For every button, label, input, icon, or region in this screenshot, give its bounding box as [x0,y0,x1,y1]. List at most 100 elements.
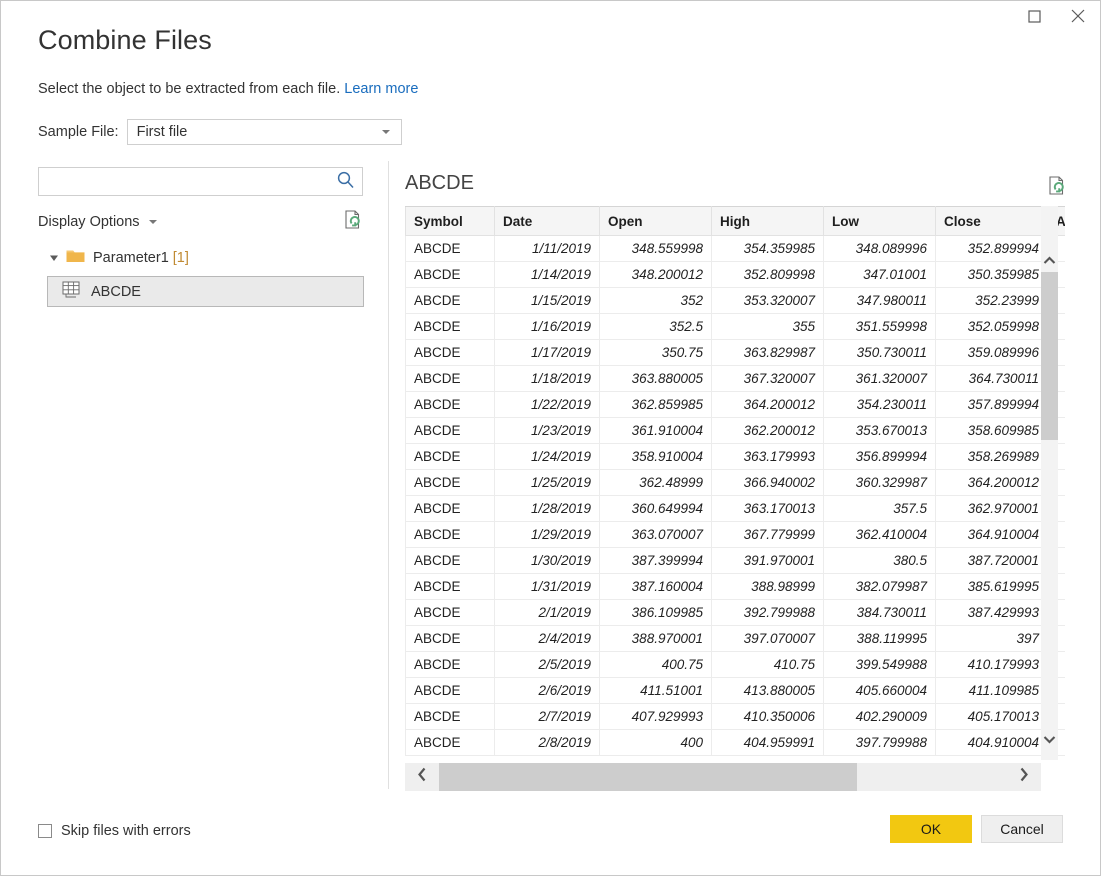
table-cell: 355 [711,313,824,340]
learn-more-link[interactable]: Learn more [344,81,418,97]
table-cell: 358.269989 [935,443,1048,470]
skip-files-label: Skip files with errors [61,823,191,839]
search-icon[interactable] [336,170,355,194]
column-header-low[interactable]: Low [823,206,936,236]
table-cell: ABCDE [405,495,495,522]
refresh-icon[interactable] [1047,175,1067,202]
table-row[interactable]: ABCDE 1/29/2019 363.070007 367.779999 362.41… [405,521,1065,548]
vertical-scroll-thumb[interactable] [1041,272,1058,440]
tree-node-parameter1[interactable]: Parameter1 [1] [38,245,365,270]
search-box[interactable] [38,167,363,196]
table-cell: 387.720001 [935,547,1048,574]
table-row[interactable]: ABCDE 1/14/2019 348.200012 352.809998 347.01… [405,261,1065,288]
horizontal-scrollbar[interactable] [405,763,1041,791]
table-cell: 400 [599,729,712,756]
table-cell: 362.970001 [935,495,1048,522]
chevron-down-icon [381,130,390,134]
scroll-up-button[interactable] [1041,252,1058,269]
scroll-left-button[interactable] [405,763,439,791]
table-cell: 2/8/2019 [494,729,600,756]
table-row[interactable]: ABCDE 1/17/2019 350.75 363.829987 350.730011… [405,339,1065,366]
table-cell: 1/31/2019 [494,573,600,600]
table-row[interactable]: ABCDE 1/16/2019 352.5 355 351.559998 352.0599… [405,313,1065,340]
table-cell: 364.910004 [935,521,1048,548]
table-cell: 357.5 [823,495,936,522]
table-cell: 367.320007 [711,365,824,392]
search-input[interactable] [46,172,335,191]
table-cell: 2/4/2019 [494,625,600,652]
table-cell: 1/25/2019 [494,469,600,496]
column-header-symbol[interactable]: Symbol [405,206,495,236]
table-row[interactable]: ABCDE 2/5/2019 400.75 410.75 399.549988 410.1… [405,651,1065,678]
table-row[interactable]: ABCDE 1/28/2019 360.649994 363.170013 357.5 3… [405,495,1065,522]
table-row[interactable]: ABCDE 2/7/2019 407.929993 410.350006 402.290… [405,703,1065,730]
table-row[interactable]: ABCDE 1/15/2019 352 353.320007 347.980011 352… [405,287,1065,314]
table-row[interactable]: ABCDE 1/22/2019 362.859985 364.200012 354.23… [405,391,1065,418]
table-row[interactable]: ABCDE 1/30/2019 387.399994 391.970001 380.5 3… [405,547,1065,574]
table-cell: 1/15/2019 [494,287,600,314]
table-cell: 363.179993 [711,443,824,470]
close-button[interactable] [1056,1,1100,31]
table-row[interactable]: ABCDE 1/23/2019 361.910004 362.200012 353.67… [405,417,1065,444]
table-cell: 354.359985 [711,235,824,262]
chevron-right-icon [1019,767,1029,787]
chevron-down-icon [1043,731,1056,749]
table-row[interactable]: ABCDE 1/25/2019 362.48999 366.940002 360.329… [405,469,1065,496]
table-cell: 362.859985 [599,391,712,418]
table-row[interactable]: ABCDE 2/6/2019 411.51001 413.880005 405.6600… [405,677,1065,704]
table-cell: 360.329987 [823,469,936,496]
table-cell: 385.619995 [935,573,1048,600]
column-header-close[interactable]: Close [935,206,1048,236]
display-options-dropdown[interactable]: Display Options [38,214,157,230]
scroll-right-button[interactable] [1007,763,1041,791]
table-cell: 382.079987 [823,573,936,600]
table-row[interactable]: ABCDE 2/8/2019 400 404.959991 397.799988 404.… [405,729,1065,756]
table-cell: ABCDE [405,261,495,288]
horizontal-scroll-thumb[interactable] [439,763,857,791]
table-cell: 1/18/2019 [494,365,600,392]
table-cell: 404.910004 [935,729,1048,756]
table-cell: 400.75 [599,651,712,678]
table-cell: 1/16/2019 [494,313,600,340]
expand-collapse-icon[interactable] [47,253,61,263]
table-row[interactable]: ABCDE 1/11/2019 348.559998 354.359985 348.08… [405,235,1065,262]
column-header-open[interactable]: Open [599,206,712,236]
table-cell: 364.200012 [711,391,824,418]
sample-file-value: First file [136,124,188,140]
table-cell: 388.119995 [823,625,936,652]
table-row[interactable]: ABCDE 1/31/2019 387.160004 388.98999 382.079… [405,573,1065,600]
maximize-button[interactable] [1012,1,1056,31]
column-header-date[interactable]: Date [494,206,600,236]
object-tree: Parameter1 [1] ABCDE [38,245,365,307]
table-cell: 362.410004 [823,521,936,548]
table-cell: 347.980011 [823,287,936,314]
table-cell: 397 [935,625,1048,652]
scroll-down-button[interactable] [1041,731,1058,748]
sample-file-label: Sample File: [38,124,119,140]
refresh-icon[interactable] [343,209,363,236]
table-row[interactable]: ABCDE 1/24/2019 358.910004 363.179993 356.89… [405,443,1065,470]
horizontal-scroll-track[interactable] [439,763,1007,791]
table-cell: 362.48999 [599,469,712,496]
table-cell: 410.350006 [711,703,824,730]
table-cell: ABCDE [405,547,495,574]
table-cell: 362.200012 [711,417,824,444]
table-cell: ABCDE [405,703,495,730]
table-row[interactable]: ABCDE 2/1/2019 386.109985 392.799988 384.730… [405,599,1065,626]
sample-file-dropdown[interactable]: First file [126,119,402,145]
tree-item-abcde[interactable]: ABCDE [47,276,364,307]
column-header-high[interactable]: High [711,206,824,236]
table-cell: 1/14/2019 [494,261,600,288]
skip-files-checkbox[interactable] [38,824,52,838]
vertical-scrollbar[interactable] [1041,206,1058,760]
table-row[interactable]: ABCDE 1/18/2019 363.880005 367.320007 361.32… [405,365,1065,392]
ok-button[interactable]: OK [890,815,972,843]
table-cell: 1/11/2019 [494,235,600,262]
table-cell: 352.899994 [935,235,1048,262]
table-cell: 348.089996 [823,235,936,262]
table-cell: 1/29/2019 [494,521,600,548]
table-cell: 360.649994 [599,495,712,522]
skip-files-row[interactable]: Skip files with errors [38,823,191,839]
table-row[interactable]: ABCDE 2/4/2019 388.970001 397.070007 388.119… [405,625,1065,652]
cancel-button[interactable]: Cancel [981,815,1063,843]
